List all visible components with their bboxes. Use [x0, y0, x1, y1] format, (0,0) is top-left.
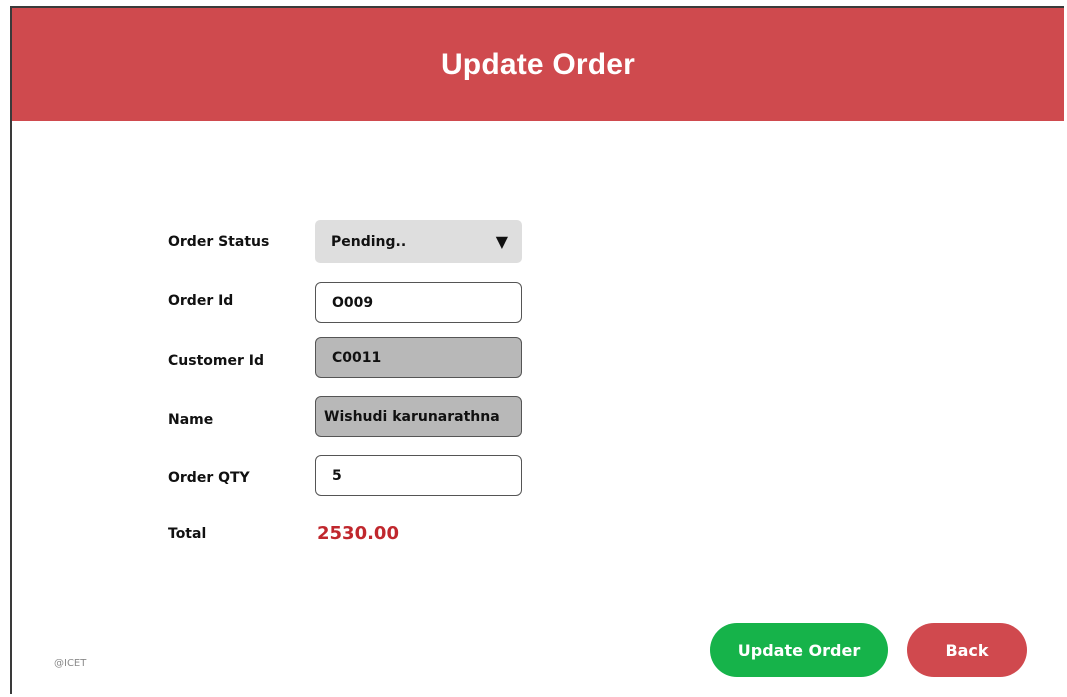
order-status-label: Order Status: [168, 234, 270, 250]
back-button[interactable]: Back: [907, 623, 1027, 677]
name-field: Wishudi karunarathna: [315, 396, 522, 437]
page-title: Update Order: [440, 47, 636, 81]
customer-id-field: C0011: [315, 337, 522, 378]
header-bar: Update Order: [12, 8, 1064, 121]
total-value: 2530.00: [317, 523, 399, 544]
order-status-select[interactable]: Pending.. ▼: [315, 220, 522, 263]
update-order-window: Update Order Order Status Pending.. ▼ Or…: [10, 6, 1064, 694]
order-qty-input[interactable]: 5: [315, 455, 522, 496]
chevron-down-icon: ▼: [495, 232, 508, 251]
brand-mark: @ICET: [54, 658, 87, 669]
update-order-button[interactable]: Update Order: [710, 623, 888, 677]
order-status-value: Pending..: [331, 233, 407, 250]
order-id-input[interactable]: O009: [315, 282, 522, 323]
name-label: Name: [168, 412, 214, 428]
order-id-label: Order Id: [168, 293, 234, 309]
total-label: Total: [168, 526, 207, 542]
customer-id-label: Customer Id: [168, 353, 264, 369]
order-qty-label: Order QTY: [168, 470, 250, 486]
